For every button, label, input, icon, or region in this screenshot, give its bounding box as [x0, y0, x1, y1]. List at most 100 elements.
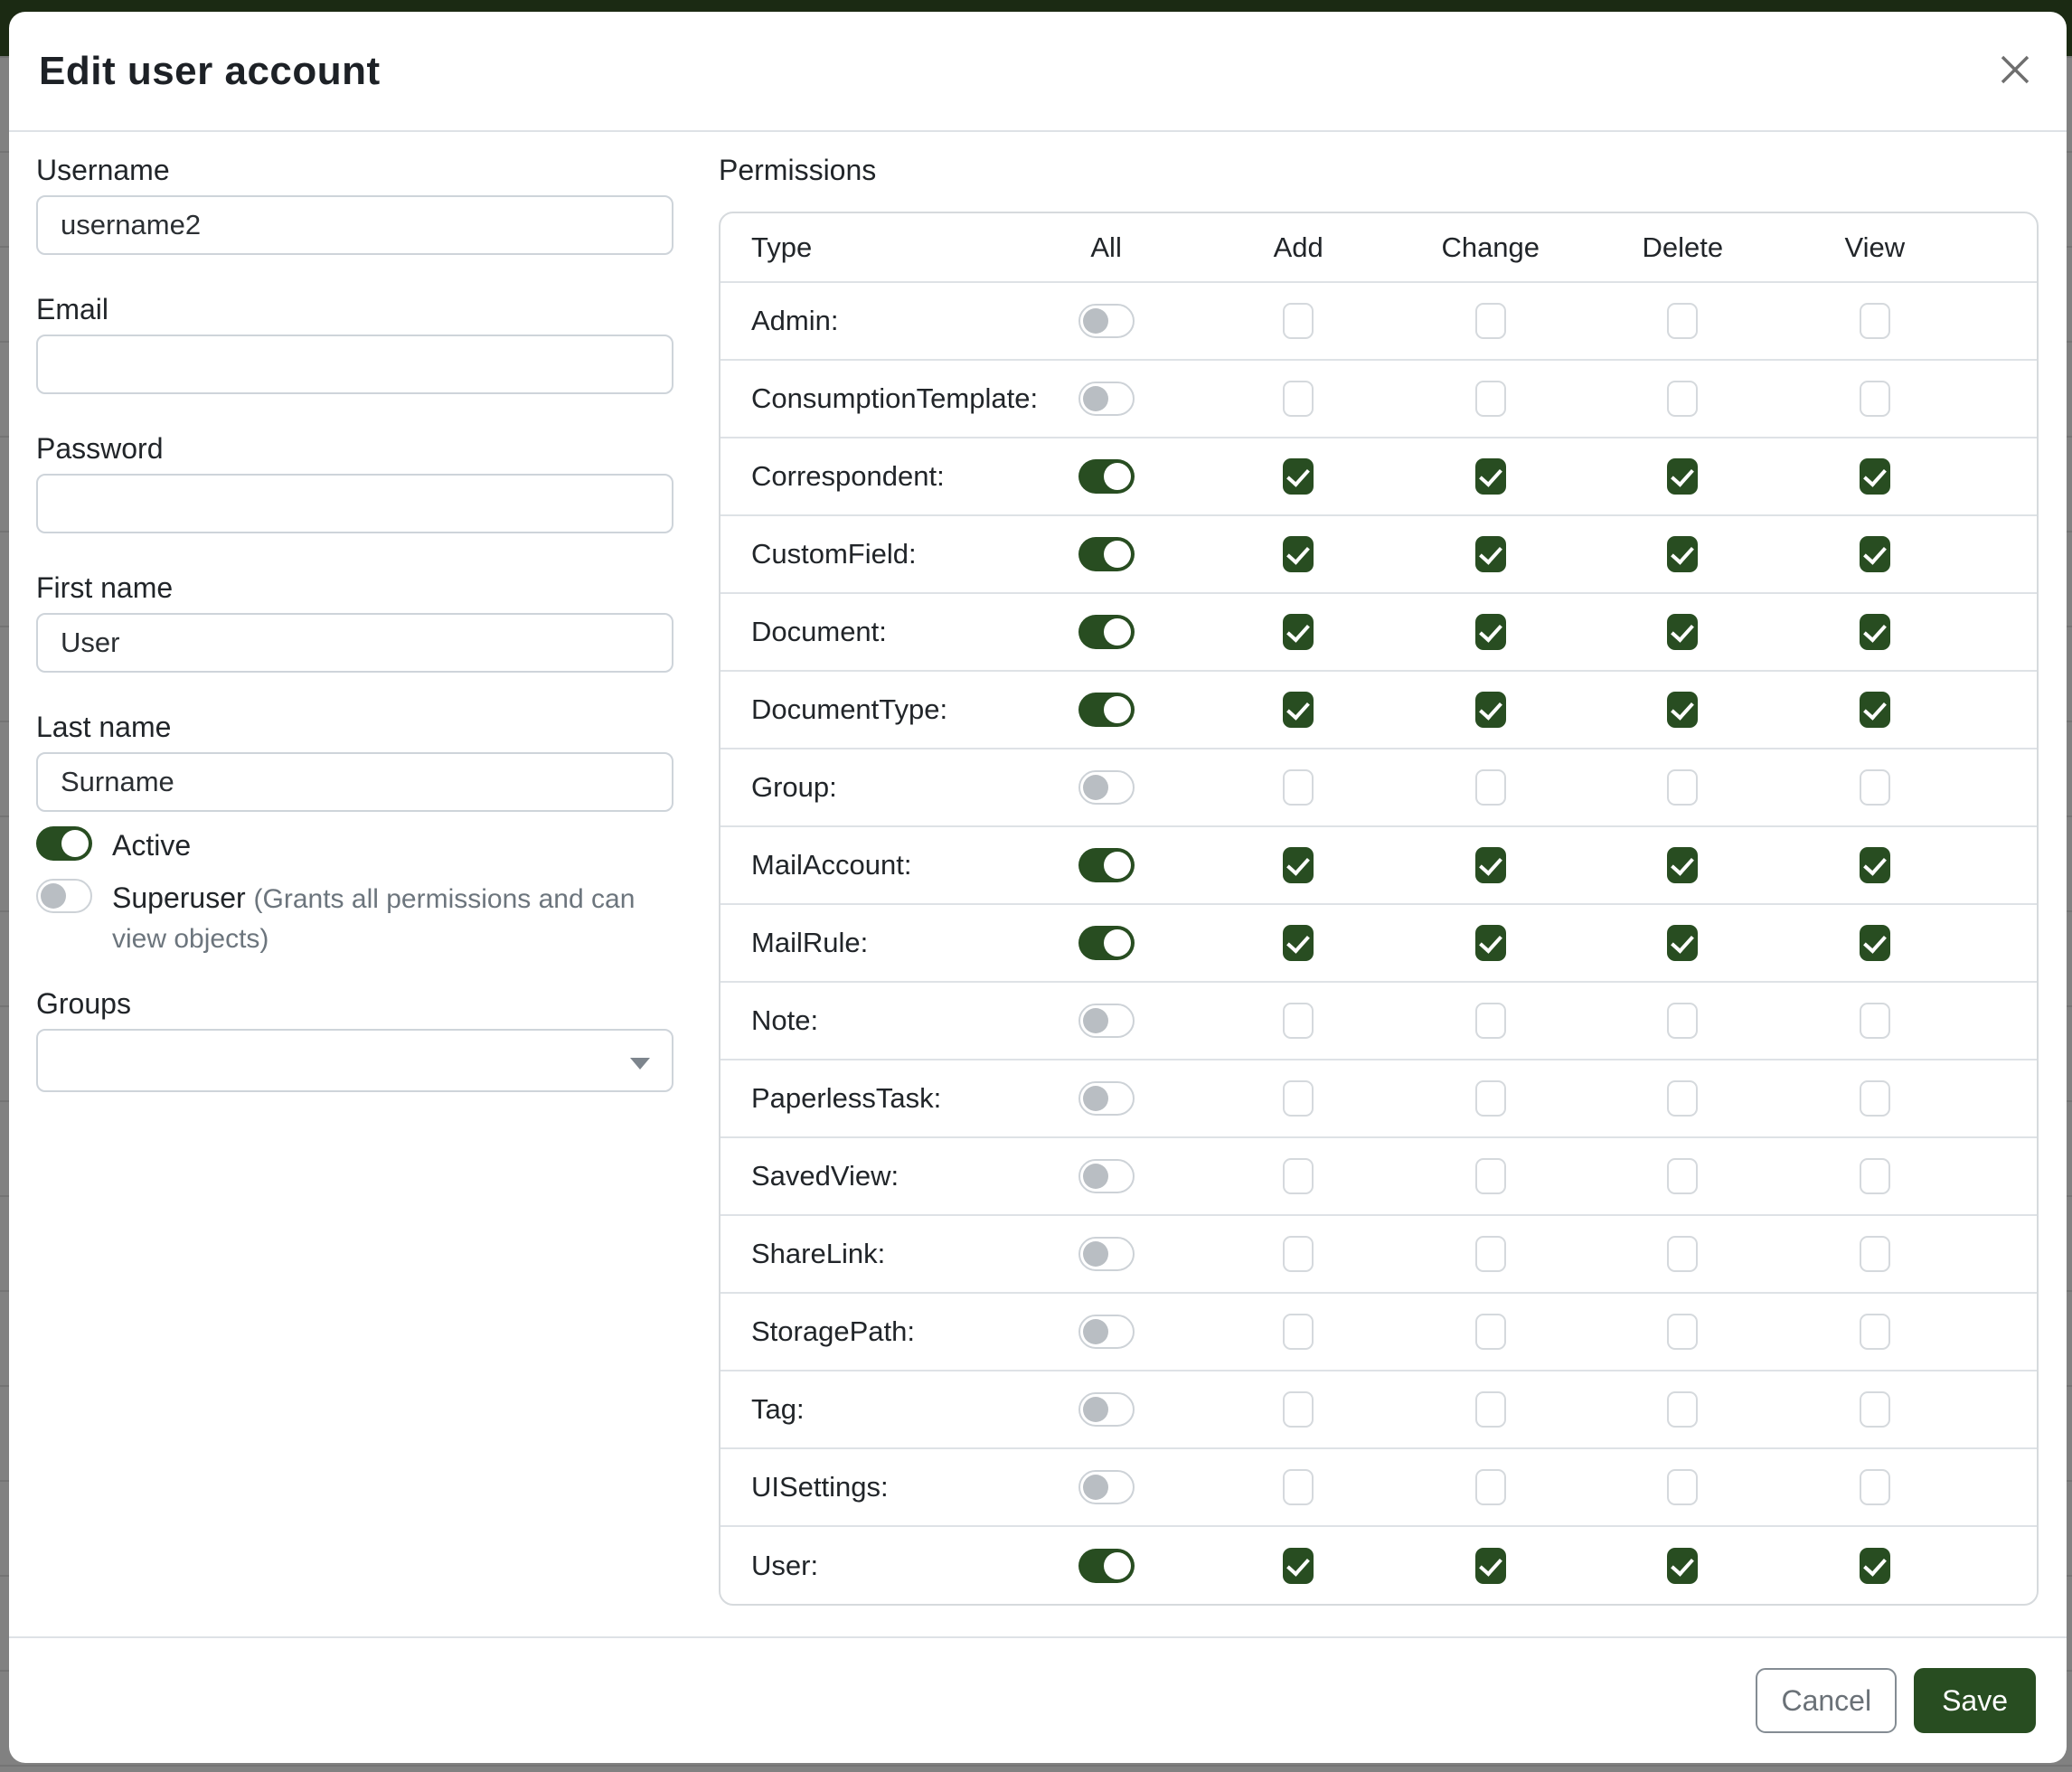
permission-all-toggle[interactable]: [1078, 1237, 1135, 1271]
permission-change-checkbox[interactable]: [1475, 692, 1506, 728]
permission-change-checkbox[interactable]: [1475, 458, 1506, 495]
permission-add-checkbox[interactable]: [1283, 381, 1314, 417]
permission-view-checkbox[interactable]: [1860, 381, 1890, 417]
permission-change-checkbox[interactable]: [1475, 1391, 1506, 1428]
permission-add-checkbox[interactable]: [1283, 614, 1314, 650]
permission-all-toggle[interactable]: [1078, 926, 1135, 960]
permission-delete-checkbox[interactable]: [1667, 847, 1698, 883]
permission-add-checkbox[interactable]: [1283, 1158, 1314, 1194]
permission-view-checkbox[interactable]: [1860, 536, 1890, 572]
permission-change-checkbox[interactable]: [1475, 1158, 1506, 1194]
permission-delete-checkbox[interactable]: [1667, 1158, 1698, 1194]
permission-view-checkbox[interactable]: [1860, 692, 1890, 728]
permission-delete-checkbox[interactable]: [1667, 381, 1698, 417]
permission-change-checkbox[interactable]: [1475, 1003, 1506, 1039]
permission-delete-checkbox[interactable]: [1667, 1391, 1698, 1428]
permission-type-label: StoragePath:: [720, 1293, 1010, 1371]
permission-delete-checkbox[interactable]: [1667, 303, 1698, 339]
permission-delete-checkbox[interactable]: [1667, 1314, 1698, 1350]
permission-all-toggle[interactable]: [1078, 615, 1135, 649]
permission-delete-checkbox[interactable]: [1667, 1003, 1698, 1039]
superuser-toggle[interactable]: [36, 879, 92, 913]
permission-view-checkbox[interactable]: [1860, 847, 1890, 883]
permission-all-toggle[interactable]: [1078, 382, 1135, 416]
email-field[interactable]: [36, 335, 673, 394]
username-input[interactable]: [36, 195, 673, 255]
first-name-field[interactable]: [36, 613, 673, 673]
permission-all-toggle[interactable]: [1078, 304, 1135, 338]
permission-delete-checkbox[interactable]: [1667, 458, 1698, 495]
permission-view-checkbox[interactable]: [1860, 303, 1890, 339]
permission-view-checkbox[interactable]: [1860, 769, 1890, 806]
permission-all-toggle[interactable]: [1078, 1470, 1135, 1504]
email-label: Email: [36, 291, 673, 327]
permission-delete-checkbox[interactable]: [1667, 925, 1698, 961]
permission-view-checkbox[interactable]: [1860, 1548, 1890, 1584]
permission-delete-checkbox[interactable]: [1667, 1236, 1698, 1272]
permission-view-checkbox[interactable]: [1860, 1003, 1890, 1039]
permission-view-checkbox[interactable]: [1860, 1080, 1890, 1117]
permission-change-checkbox[interactable]: [1475, 1548, 1506, 1584]
permission-all-toggle[interactable]: [1078, 459, 1135, 494]
permission-view-checkbox[interactable]: [1860, 1469, 1890, 1505]
permission-view-checkbox[interactable]: [1860, 614, 1890, 650]
permission-add-checkbox[interactable]: [1283, 692, 1314, 728]
permission-delete-checkbox[interactable]: [1667, 1080, 1698, 1117]
permission-all-toggle[interactable]: [1078, 693, 1135, 727]
permission-add-checkbox[interactable]: [1283, 1236, 1314, 1272]
permission-change-checkbox[interactable]: [1475, 614, 1506, 650]
permission-all-toggle[interactable]: [1078, 1159, 1135, 1193]
permission-delete-checkbox[interactable]: [1667, 614, 1698, 650]
permission-add-checkbox[interactable]: [1283, 458, 1314, 495]
close-button[interactable]: [1994, 51, 2036, 92]
permission-view-checkbox[interactable]: [1860, 1391, 1890, 1428]
permission-view-checkbox[interactable]: [1860, 458, 1890, 495]
permission-add-checkbox[interactable]: [1283, 925, 1314, 961]
permission-change-checkbox[interactable]: [1475, 536, 1506, 572]
password-field[interactable]: [36, 474, 673, 533]
permission-add-checkbox[interactable]: [1283, 303, 1314, 339]
save-button[interactable]: Save: [1914, 1668, 2036, 1733]
permission-view-checkbox[interactable]: [1860, 1236, 1890, 1272]
permission-add-checkbox[interactable]: [1283, 1391, 1314, 1428]
groups-group: Groups: [36, 985, 673, 1092]
permission-add-checkbox[interactable]: [1283, 1548, 1314, 1584]
permission-add-checkbox[interactable]: [1283, 1314, 1314, 1350]
permission-change-checkbox[interactable]: [1475, 303, 1506, 339]
permission-add-checkbox[interactable]: [1283, 1469, 1314, 1505]
permission-delete-checkbox[interactable]: [1667, 1469, 1698, 1505]
active-toggle[interactable]: [36, 826, 92, 861]
permission-add-checkbox[interactable]: [1283, 847, 1314, 883]
permission-delete-checkbox[interactable]: [1667, 769, 1698, 806]
permission-view-checkbox[interactable]: [1860, 1314, 1890, 1350]
permission-all-toggle[interactable]: [1078, 1081, 1135, 1116]
permission-view-checkbox[interactable]: [1860, 1158, 1890, 1194]
permission-all-toggle[interactable]: [1078, 537, 1135, 571]
permission-change-checkbox[interactable]: [1475, 1469, 1506, 1505]
permission-add-checkbox[interactable]: [1283, 769, 1314, 806]
permission-all-toggle[interactable]: [1078, 1004, 1135, 1038]
permission-change-checkbox[interactable]: [1475, 769, 1506, 806]
permission-row: Note:: [720, 982, 2037, 1060]
permission-add-checkbox[interactable]: [1283, 536, 1314, 572]
permission-all-toggle[interactable]: [1078, 1392, 1135, 1427]
permission-delete-checkbox[interactable]: [1667, 1548, 1698, 1584]
permission-delete-checkbox[interactable]: [1667, 692, 1698, 728]
last-name-field[interactable]: [36, 752, 673, 812]
permission-add-checkbox[interactable]: [1283, 1080, 1314, 1117]
permission-change-checkbox[interactable]: [1475, 847, 1506, 883]
groups-select[interactable]: [36, 1029, 673, 1092]
permission-change-checkbox[interactable]: [1475, 1080, 1506, 1117]
cancel-button[interactable]: Cancel: [1756, 1668, 1897, 1733]
permission-change-checkbox[interactable]: [1475, 1236, 1506, 1272]
permission-change-checkbox[interactable]: [1475, 1314, 1506, 1350]
permission-delete-checkbox[interactable]: [1667, 536, 1698, 572]
permission-all-toggle[interactable]: [1078, 1315, 1135, 1349]
permission-all-toggle[interactable]: [1078, 848, 1135, 882]
permission-change-checkbox[interactable]: [1475, 925, 1506, 961]
permission-all-toggle[interactable]: [1078, 1549, 1135, 1583]
permission-view-checkbox[interactable]: [1860, 925, 1890, 961]
permission-change-checkbox[interactable]: [1475, 381, 1506, 417]
permission-add-checkbox[interactable]: [1283, 1003, 1314, 1039]
permission-all-toggle[interactable]: [1078, 770, 1135, 805]
